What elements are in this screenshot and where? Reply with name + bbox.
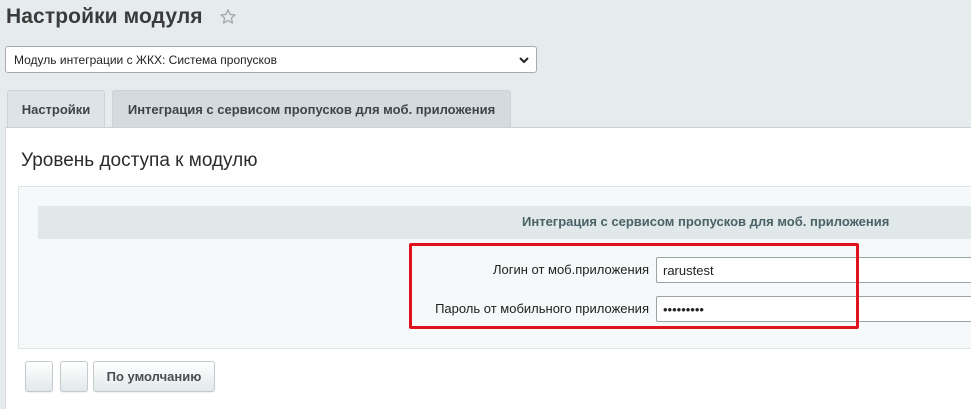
tab-settings[interactable]: Настройки [7, 90, 105, 128]
group-header-title: Интеграция с сервисом пропусков для моб.… [522, 214, 890, 229]
default-button[interactable]: По умолчанию [93, 361, 215, 392]
password-label: Пароль от мобильного приложения [435, 301, 649, 316]
tab-integration[interactable]: Интеграция с сервисом пропусков для моб.… [112, 90, 511, 128]
module-select[interactable]: Модуль интеграции с ЖКХ: Система пропуск… [5, 46, 537, 73]
login-input[interactable] [656, 257, 971, 283]
apply-button[interactable] [25, 361, 53, 392]
chevron-down-icon [518, 54, 530, 66]
cancel-button[interactable] [60, 361, 88, 392]
title-row: Настройки модуля [6, 5, 237, 29]
page: Настройки модуля Модуль интеграции с ЖКХ… [0, 0, 971, 409]
star-icon[interactable] [219, 8, 237, 26]
module-select-value: Модуль интеграции с ЖКХ: Система пропуск… [14, 52, 277, 67]
login-label: Логин от моб.приложения [492, 262, 649, 277]
page-title: Настройки модуля [6, 5, 203, 28]
section-title: Уровень доступа к модулю [21, 150, 258, 171]
password-input[interactable] [656, 296, 971, 322]
